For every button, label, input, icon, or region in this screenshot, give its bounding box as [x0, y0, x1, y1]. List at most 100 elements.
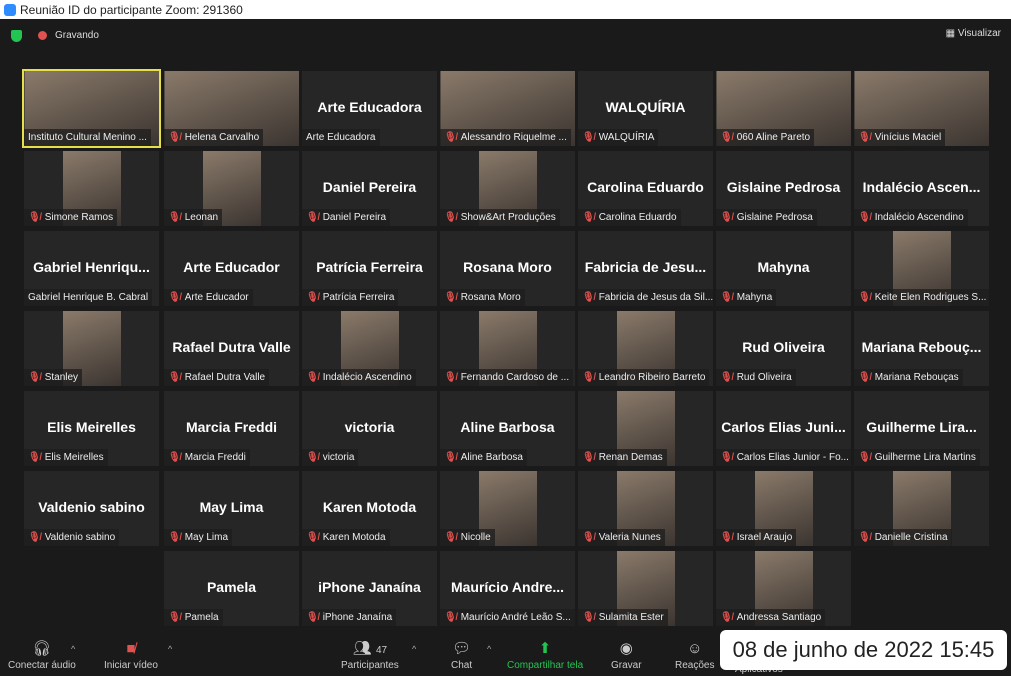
mic-muted-icon: 🎙︎̸ — [582, 452, 595, 463]
participant-tile[interactable]: 🎙︎̸ 060 Aline Pareto — [716, 71, 851, 146]
participant-label: 🎙︎̸ Fernando Cardoso de ... — [440, 369, 574, 386]
participant-tile[interactable]: May Lima 🎙︎̸ May Lima — [164, 471, 299, 546]
mic-muted-icon: 🎙︎̸ — [306, 452, 319, 463]
participant-label: 🎙︎̸ Andressa Santiago — [716, 609, 826, 626]
participant-name: Rud Oliveira — [736, 372, 792, 383]
participant-tile[interactable]: 🎙︎̸ Stanley — [24, 311, 159, 386]
participant-name: Israel Araujo — [736, 532, 793, 543]
view-label: Visualizar — [957, 28, 1001, 39]
chat-icon: 💬︎ — [452, 640, 472, 657]
participant-tile[interactable]: 🎙︎̸ Helena Carvalho — [164, 71, 299, 146]
mic-muted-icon: 🎙︎̸ — [582, 372, 595, 383]
mic-muted-icon: 🎙︎̸ — [582, 212, 595, 223]
participant-tile[interactable]: Rosana Moro 🎙︎̸ Rosana Moro — [440, 231, 575, 306]
participant-label: 🎙︎̸ Alessandro Riquelme ... — [440, 129, 571, 146]
participant-name-display: Mahyna — [757, 259, 810, 275]
participant-tile[interactable]: 🎙︎̸ Nicolle — [440, 471, 575, 546]
window-titlebar: Reunião ID do participante Zoom: 291360 — [0, 0, 1011, 19]
shield-icon[interactable] — [11, 29, 22, 42]
participant-name-display: Mariana Rebouç... — [861, 339, 982, 355]
participant-tile[interactable]: 🎙︎̸ Danielle Cristina — [854, 471, 989, 546]
participant-tile[interactable]: Marcia Freddi 🎙︎̸ Marcia Freddi — [164, 391, 299, 466]
participant-tile[interactable]: Gabriel Henriqu... Gabriel Henrique B. Ca… — [24, 231, 159, 306]
participants-button[interactable]: 👥︎ 47 Participantes — [341, 638, 399, 671]
participant-tile[interactable]: Gislaine Pedrosa 🎙︎̸ Gislaine Pedrosa — [716, 151, 851, 226]
participant-label: 🎙︎̸ Daniel Pereira — [302, 209, 391, 226]
participant-tile[interactable]: Rafael Dutra Valle 🎙︎̸ Rafael Dutra Valle — [164, 311, 299, 386]
participant-tile[interactable]: Carolina Eduardo 🎙︎̸ Carolina Eduardo — [578, 151, 713, 226]
participant-tile[interactable]: Guilherme Lira... 🎙︎̸ Guilherme Lira Marti… — [854, 391, 989, 466]
participant-tile[interactable]: Patrícia Ferreira 🎙︎̸ Patrícia Ferreira — [302, 231, 437, 306]
participant-tile[interactable]: Carlos Elias Juni... 🎙︎̸ Carlos Elias Juni… — [716, 391, 851, 466]
participant-tile[interactable]: Karen Motoda 🎙︎̸ Karen Motoda — [302, 471, 437, 546]
participant-tile[interactable]: Daniel Pereira 🎙︎̸ Daniel Pereira — [302, 151, 437, 226]
mic-muted-icon: 🎙︎̸ — [720, 532, 733, 543]
mic-muted-icon: 🎙︎̸ — [858, 132, 871, 143]
participant-tile[interactable]: WALQUÍRIA 🎙︎̸ WALQUÍRIA — [578, 71, 713, 146]
audio-caret[interactable]: ^ — [71, 644, 75, 654]
participant-tile[interactable]: 🎙︎̸ Vinícius Maciel — [854, 71, 989, 146]
participant-tile[interactable]: Indalécio Ascen... 🎙︎̸ Indalécio Ascendino — [854, 151, 989, 226]
participant-tile[interactable]: 🎙︎̸ Alessandro Riquelme ... — [440, 71, 575, 146]
record-button[interactable]: ◉ Gravar — [611, 638, 642, 671]
participant-tile[interactable]: Fabricia de Jesu... 🎙︎̸ Fabricia de Jesus … — [578, 231, 713, 306]
chat-button[interactable]: 💬︎ Chat — [451, 638, 472, 671]
participants-caret[interactable]: ^ — [412, 644, 416, 654]
chat-caret[interactable]: ^ — [487, 644, 491, 654]
participant-tile[interactable]: 🎙︎̸ Sulamita Ester — [578, 551, 713, 626]
participant-name: Valdenio sabino — [44, 532, 116, 543]
participant-name-display: Fabricia de Jesu... — [584, 259, 707, 275]
participant-tile[interactable]: 🎙︎̸ Keite Elen Rodrigues S... — [854, 231, 989, 306]
participant-name: Karen Motoda — [322, 532, 386, 543]
participant-tile[interactable]: Pamela 🎙︎̸ Pamela — [164, 551, 299, 626]
mic-muted-icon: 🎙︎̸ — [168, 612, 181, 623]
video-button[interactable]: ■̸ Iniciar vídeo — [104, 638, 158, 671]
mic-muted-icon: 🎙︎̸ — [444, 532, 457, 543]
participant-label: 🎙︎̸ Aline Barbosa — [440, 449, 527, 466]
participant-tile[interactable]: 🎙︎̸ Show&Art Produções — [440, 151, 575, 226]
meeting-topbar: Gravando ▦ Visualizar — [0, 19, 1011, 52]
reactions-button[interactable]: ☺ Reações — [675, 638, 714, 671]
mic-muted-icon: 🎙︎̸ — [306, 532, 319, 543]
participant-label: Arte Educadora — [302, 129, 380, 146]
participant-tile[interactable]: victoria 🎙︎̸ victoria — [302, 391, 437, 466]
participant-tile[interactable]: 🎙︎̸ Leandro Ribeiro Barreto — [578, 311, 713, 386]
participant-tile[interactable]: Mahyna 🎙︎̸ Mahyna — [716, 231, 851, 306]
participant-tile[interactable]: Arte Educador 🎙︎̸ Arte Educador — [164, 231, 299, 306]
participant-tile[interactable]: 🎙︎̸ Simone Ramos — [24, 151, 159, 226]
participant-name: Alessandro Riquelme ... — [460, 132, 567, 143]
participant-name: Nicolle — [460, 532, 491, 543]
participant-tile[interactable]: 🎙︎̸ Israel Araujo — [716, 471, 851, 546]
mic-muted-icon: 🎙︎̸ — [306, 372, 319, 383]
participant-name-display: Valdenio sabino — [38, 499, 145, 515]
participant-label: 🎙︎̸ Indalécio Ascendino — [302, 369, 416, 386]
participant-tile[interactable]: Mariana Rebouç... 🎙︎̸ Mariana Rebouças — [854, 311, 989, 386]
participant-tile[interactable]: Valdenio sabino 🎙︎̸ Valdenio sabino — [24, 471, 159, 546]
mic-muted-icon: 🎙︎̸ — [168, 532, 181, 543]
participant-tile[interactable]: 🎙︎̸ Fernando Cardoso de ... — [440, 311, 575, 386]
participant-tile[interactable]: Rud Oliveira 🎙︎̸ Rud Oliveira — [716, 311, 851, 386]
participant-tile[interactable]: Instituto Cultural Menino ... — [22, 69, 161, 148]
participant-name-display: Carolina Eduardo — [587, 179, 704, 195]
participant-name: 060 Aline Pareto — [736, 132, 811, 143]
mic-muted-icon: 🎙︎̸ — [306, 212, 319, 223]
participant-name: iPhone Janaína — [322, 612, 393, 623]
view-button[interactable]: ▦ Visualizar — [946, 28, 1001, 39]
participant-tile[interactable]: 🎙︎̸ Andressa Santiago — [716, 551, 851, 626]
share-screen-button[interactable]: ⬆ Compartilhar tela — [507, 638, 583, 671]
participant-tile[interactable]: 🎙︎̸ Renan Demas — [578, 391, 713, 466]
participant-name: Leonan — [184, 212, 219, 223]
participant-name: Arte Educador — [184, 292, 249, 303]
participant-label: 🎙︎̸ Marcia Freddi — [164, 449, 250, 466]
audio-button[interactable]: 🎧︎ Conectar áudio — [8, 638, 76, 671]
participant-tile[interactable]: 🎙︎̸ Leonan — [164, 151, 299, 226]
participant-tile[interactable]: Maurício Andre... 🎙︎̸ Maurício André Leão … — [440, 551, 575, 626]
participant-name: Mariana Rebouças — [874, 372, 959, 383]
video-caret[interactable]: ^ — [168, 644, 172, 654]
participant-tile[interactable]: 🎙︎̸ Indalécio Ascendino — [302, 311, 437, 386]
participant-tile[interactable]: 🎙︎̸ Valeria Nunes — [578, 471, 713, 546]
participant-tile[interactable]: iPhone Janaína 🎙︎̸ iPhone Janaína — [302, 551, 437, 626]
participant-tile[interactable]: Aline Barbosa 🎙︎̸ Aline Barbosa — [440, 391, 575, 466]
participant-tile[interactable]: Arte Educadora Arte Educadora — [302, 71, 437, 146]
participant-tile[interactable]: Elis Meirelles 🎙︎̸ Elis Meirelles — [24, 391, 159, 466]
